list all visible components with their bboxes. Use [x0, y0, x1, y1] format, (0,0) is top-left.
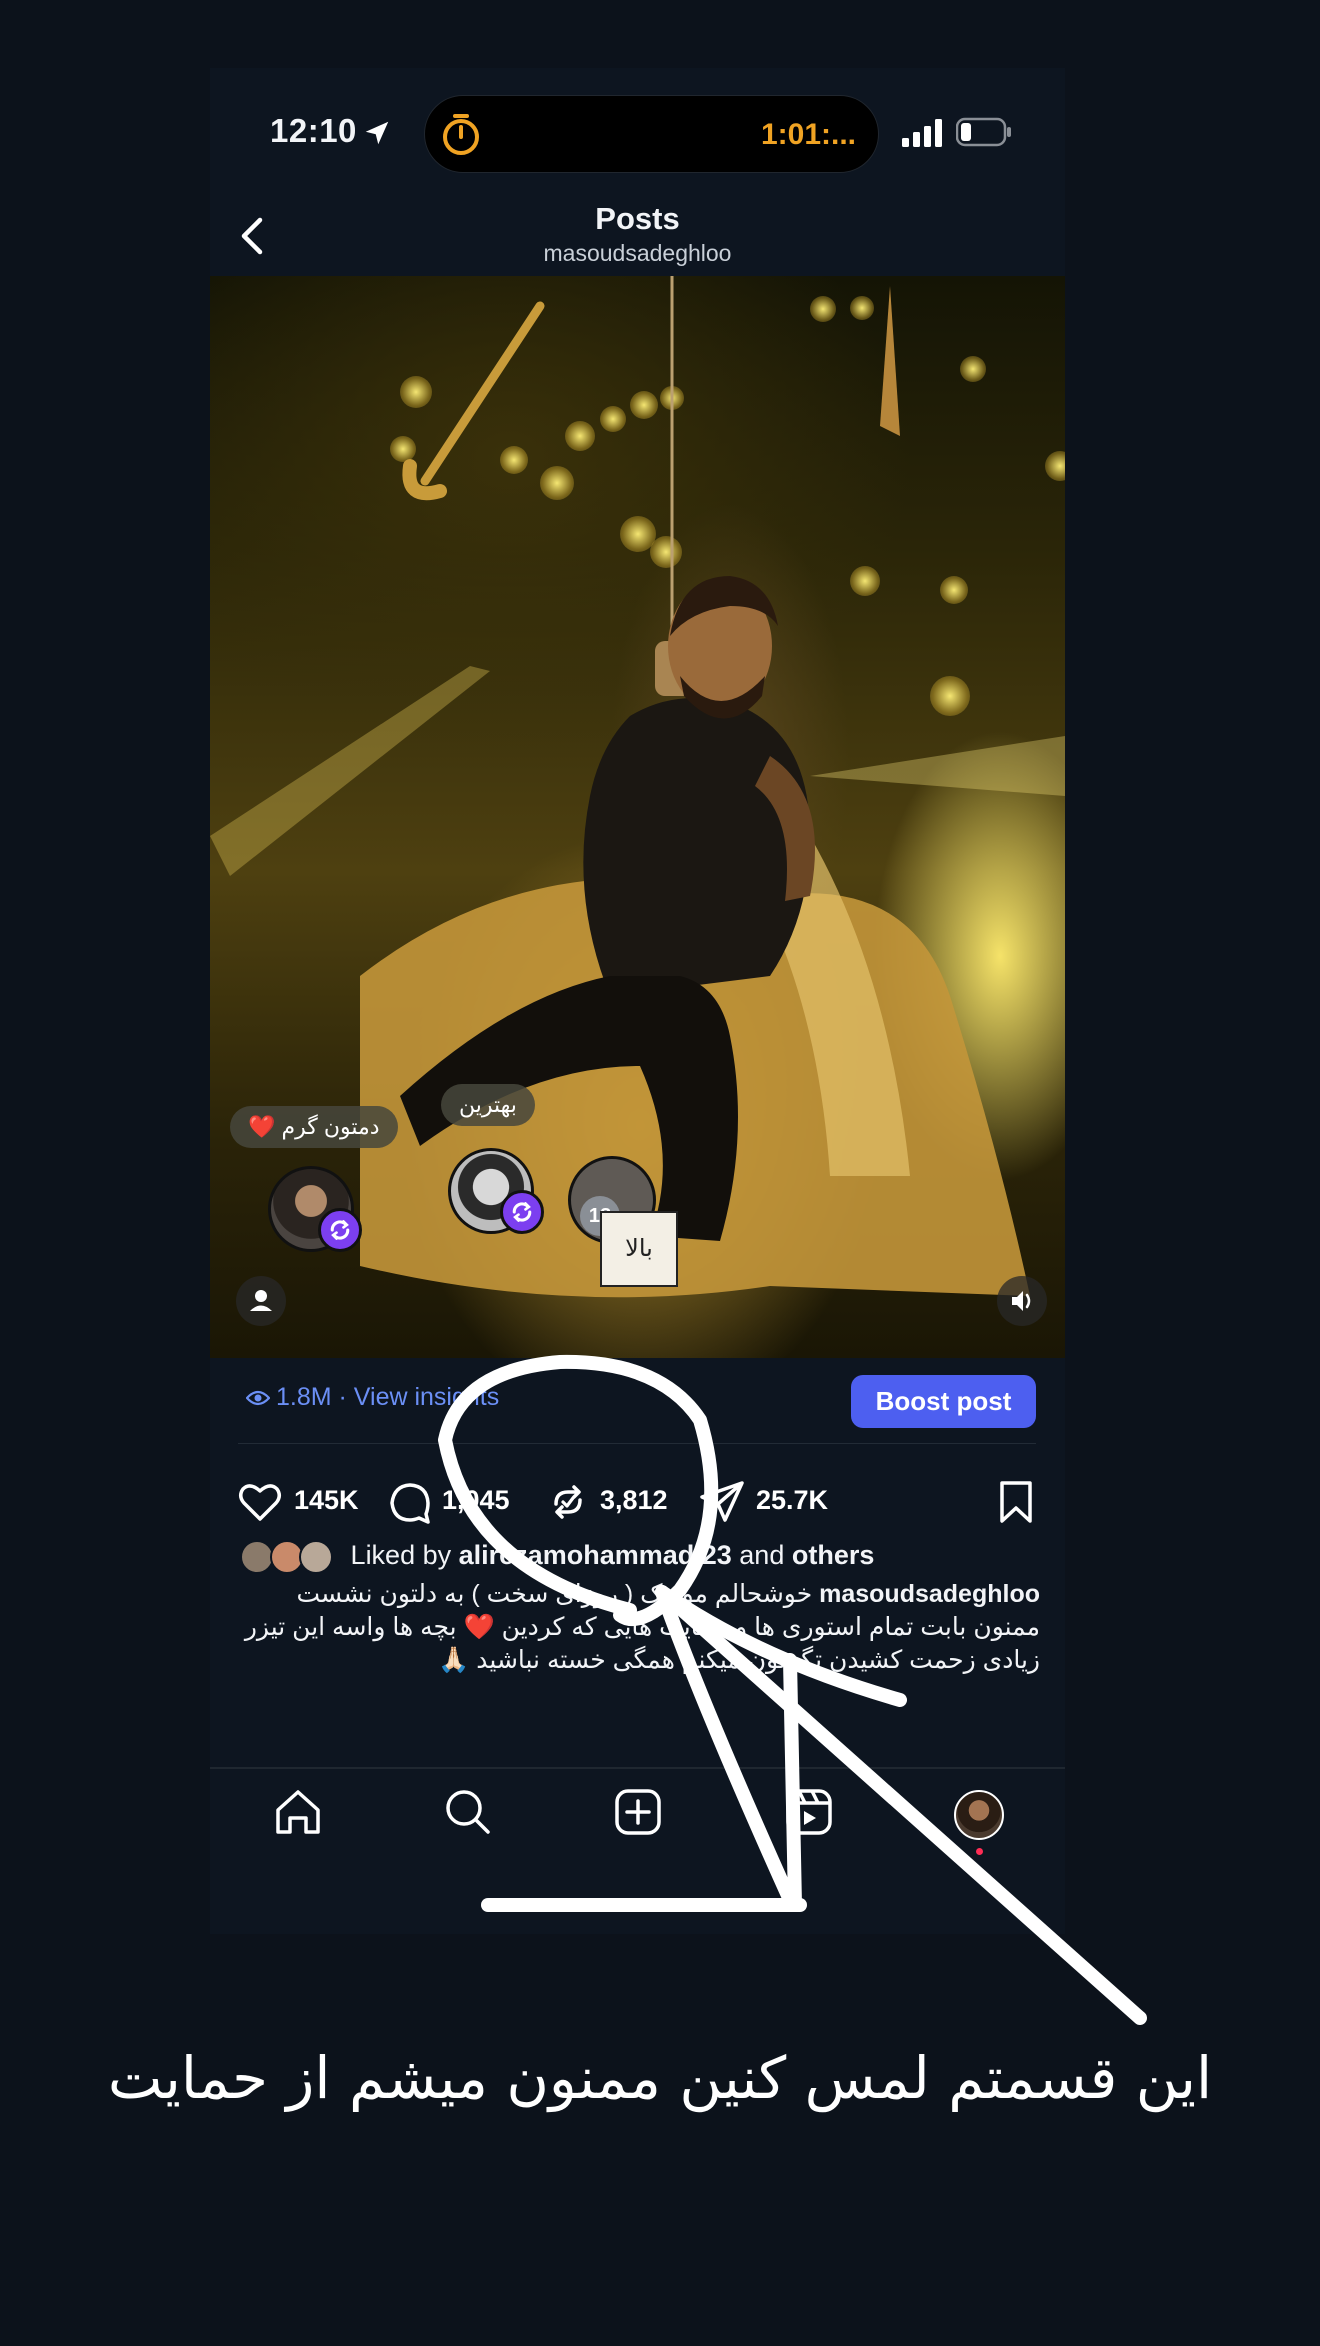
live-activity-timer: 1:01:... [760, 118, 856, 151]
comment-bubble-left[interactable]: دمتون گرم ❤️ [230, 1106, 398, 1148]
boost-post-button[interactable]: Boost post [851, 1375, 1036, 1428]
post-media[interactable]: دمتون گرم ❤️ بهترین 18 بالا [210, 276, 1065, 1358]
status-time: 12:10 [270, 112, 357, 149]
person-icon [250, 1290, 272, 1311]
home-icon[interactable] [270, 1784, 326, 1840]
reels-icon[interactable] [781, 1784, 837, 1840]
divider [238, 1443, 1036, 1444]
mute-button[interactable] [997, 1276, 1047, 1326]
comment-bubble-middle[interactable]: بهترین [441, 1084, 535, 1126]
post-actions-bar: 145K 1,045 3,812 25.7K [210, 1468, 1065, 1528]
repost-badge-icon [500, 1190, 544, 1234]
page-subtitle-username[interactable]: masoudsadeghloo [210, 240, 1065, 267]
status-bar: 12:10 1:01:... [210, 68, 1065, 198]
create-icon[interactable] [610, 1784, 666, 1840]
annotation-message: این قسمتم لمس کنین ممنون میشم از حمایت [107, 2044, 1213, 2112]
liked-by-prefix: Liked by [350, 1540, 452, 1571]
album-thumbnail[interactable]: بالا [600, 1211, 678, 1287]
post-caption[interactable]: masoudsadeghloo خوشحالم موزیک ( روزای سخ… [240, 1578, 1040, 1677]
insights-text: 1.8M · View insights [276, 1383, 500, 1411]
instagram-post-screen: 12:10 1:01:... Posts masoudsadeghloo دمت… [210, 68, 1065, 1934]
posts-header: Posts masoudsadeghloo [210, 198, 1065, 278]
cellular-signal-icon [902, 119, 942, 147]
repost-icon[interactable] [544, 1478, 592, 1526]
timer-icon [443, 114, 479, 155]
location-arrow-icon [365, 121, 389, 145]
search-icon[interactable] [440, 1784, 496, 1840]
heart-icon[interactable] [236, 1478, 284, 1526]
notification-dot [976, 1848, 983, 1855]
liked-by-line[interactable]: Liked by alirezamohammadi23 and others [240, 1540, 874, 1574]
share-icon[interactable] [698, 1478, 746, 1526]
liked-by-and: and [739, 1540, 785, 1571]
eye-icon [246, 1391, 270, 1406]
profile-avatar[interactable] [954, 1790, 1004, 1840]
comment-icon[interactable] [386, 1478, 434, 1526]
likes-count[interactable]: 145K [294, 1485, 359, 1516]
liker-avatar [299, 1540, 334, 1574]
shares-count[interactable]: 25.7K [756, 1485, 828, 1516]
liked-by-others[interactable]: others [792, 1540, 875, 1570]
repost-badge-icon [318, 1208, 362, 1252]
tagged-people-button[interactable] [236, 1276, 286, 1326]
view-insights-link[interactable]: 1.8M · View insights [246, 1383, 499, 1412]
nav-divider [210, 1767, 1065, 1769]
caption-username[interactable]: masoudsadeghloo [819, 1580, 1040, 1608]
liker-avatar [240, 1540, 274, 1574]
page-title: Posts [595, 201, 680, 236]
bookmark-icon[interactable] [992, 1478, 1040, 1526]
liked-by-user[interactable]: alirezamohammadi23 [459, 1540, 732, 1570]
reposts-count[interactable]: 3,812 [600, 1485, 668, 1516]
battery-icon [956, 117, 1011, 147]
speaker-icon [1012, 1291, 1031, 1311]
dynamic-island[interactable]: 1:01:... [424, 95, 879, 173]
comments-count[interactable]: 1,045 [442, 1485, 510, 1516]
